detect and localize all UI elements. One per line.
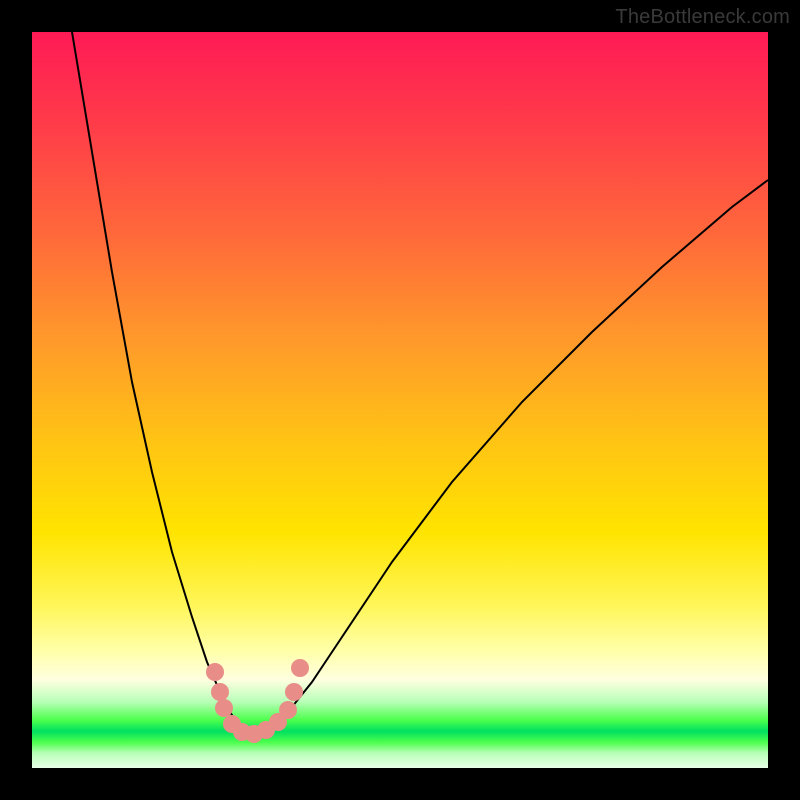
chart-frame: TheBottleneck.com — [0, 0, 800, 800]
watermark-text: TheBottleneck.com — [615, 6, 790, 29]
bottleneck-curve — [72, 32, 768, 732]
marker-dot — [279, 701, 297, 719]
highlight-dots — [206, 659, 309, 743]
marker-dot — [285, 683, 303, 701]
marker-dot — [206, 663, 224, 681]
marker-dot — [291, 659, 309, 677]
chart-svg — [32, 32, 768, 768]
marker-dot — [211, 683, 229, 701]
marker-dot — [215, 699, 233, 717]
plot-area — [32, 32, 768, 768]
